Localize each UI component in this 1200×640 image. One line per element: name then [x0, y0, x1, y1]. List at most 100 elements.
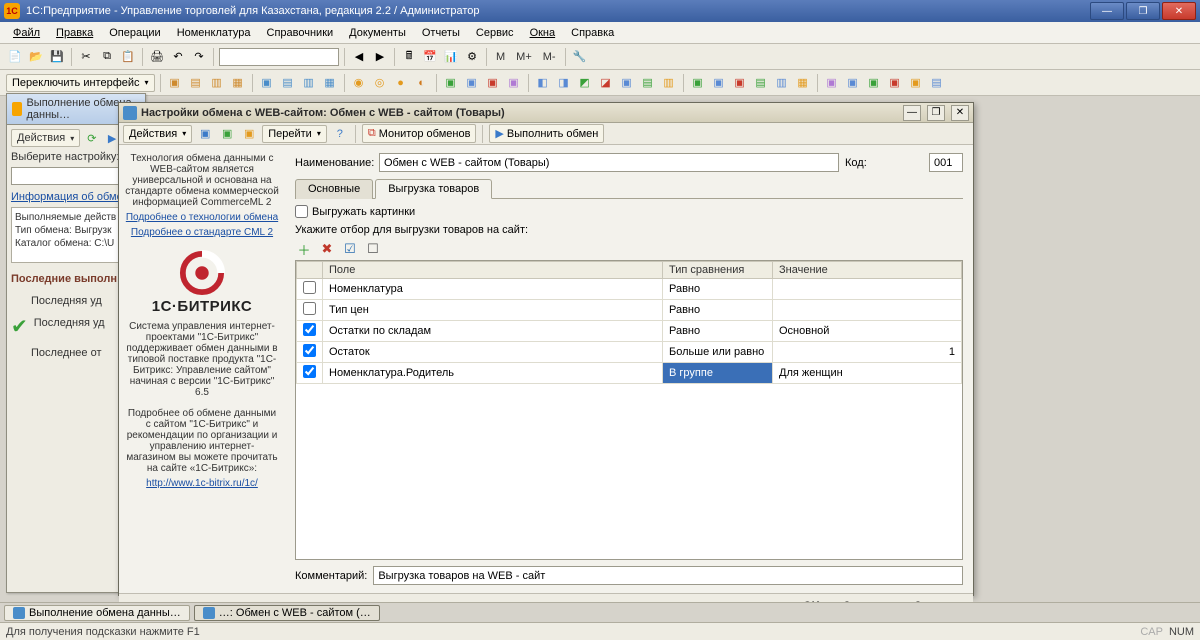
menu-reports[interactable]: Отчеты	[415, 25, 467, 41]
tb2-icon[interactable]: ▤	[752, 74, 770, 92]
tb2-icon[interactable]: ▥	[773, 74, 791, 92]
menu-nomenclature[interactable]: Номенклатура	[170, 25, 258, 41]
tb2-icon[interactable]: ◉	[350, 74, 368, 92]
tab-export[interactable]: Выгрузка товаров	[375, 179, 492, 199]
tb2-icon[interactable]: ▣	[823, 74, 841, 92]
info-link-tech[interactable]: Подробнее о технологии обмена	[125, 212, 279, 223]
tb2-icon[interactable]: ▣	[258, 74, 276, 92]
row-checkbox[interactable]	[303, 365, 316, 378]
mem-mplus[interactable]: M+	[512, 49, 536, 65]
tb2-icon[interactable]: ▦	[229, 74, 247, 92]
tb2-icon[interactable]: ▣	[886, 74, 904, 92]
tb2-icon[interactable]: ▤	[187, 74, 205, 92]
dialog-maximize-button[interactable]: ❐	[927, 105, 945, 121]
save-icon[interactable]: 💾	[48, 48, 66, 66]
menu-documents[interactable]: Документы	[342, 25, 413, 41]
maximize-button[interactable]: ❐	[1126, 2, 1160, 20]
tb2-icon[interactable]: ▦	[321, 74, 339, 92]
tb2-icon[interactable]: ▤	[279, 74, 297, 92]
uncheck-all-button[interactable]: ☐	[364, 240, 382, 258]
code-input[interactable]	[929, 153, 963, 172]
tb2-icon[interactable]: ▣	[907, 74, 925, 92]
col-field[interactable]: Поле	[323, 262, 663, 279]
tb2-icon[interactable]: ▦	[794, 74, 812, 92]
dlg-tb-icon[interactable]: ▣	[240, 125, 258, 143]
gear-icon[interactable]: ⚙	[463, 48, 481, 66]
task-item[interactable]: …: Обмен с WEB - сайтом (…	[194, 605, 380, 621]
print-icon[interactable]: 🖨	[148, 48, 166, 66]
copy-icon[interactable]: ⧉	[98, 48, 116, 66]
menu-file[interactable]: Файл	[6, 25, 47, 41]
bw-actions-button[interactable]: Действия	[11, 129, 80, 147]
tb2-icon[interactable]: ▣	[442, 74, 460, 92]
tb2-icon[interactable]: ▥	[660, 74, 678, 92]
new-icon[interactable]: 📄	[6, 48, 24, 66]
tb2-icon[interactable]: ◪	[597, 74, 615, 92]
check-all-button[interactable]: ☑	[341, 240, 359, 258]
undo-icon[interactable]: ↶	[169, 48, 187, 66]
row-checkbox[interactable]	[303, 302, 316, 315]
menu-edit[interactable]: Правка	[49, 25, 100, 41]
dlg-actions-button[interactable]: Действия	[123, 125, 192, 143]
open-icon[interactable]: 📂	[27, 48, 45, 66]
switch-interface-button[interactable]: Переключить интерфейс	[6, 74, 155, 92]
info-url[interactable]: http://www.1c-bitrix.ru/1c/	[125, 478, 279, 489]
dlg-run-button[interactable]: ▶Выполнить обмен	[489, 124, 604, 143]
menu-help[interactable]: Справка	[564, 25, 621, 41]
tb2-icon[interactable]: ▤	[639, 74, 657, 92]
filter-row[interactable]: Остатки по складамРавноОсновной	[297, 321, 962, 342]
export-images-checkbox[interactable]	[295, 205, 308, 218]
dlg-tb-icon[interactable]: ▣	[196, 125, 214, 143]
menu-windows[interactable]: Окна	[523, 25, 563, 41]
tb2-icon[interactable]: ▣	[166, 74, 184, 92]
col-value[interactable]: Значение	[773, 262, 962, 279]
mem-mminus[interactable]: M-	[539, 49, 560, 65]
tb2-icon[interactable]: ▣	[505, 74, 523, 92]
row-checkbox[interactable]	[303, 323, 316, 336]
add-filter-button[interactable]: ＋	[295, 240, 313, 258]
tb2-icon[interactable]: ▤	[928, 74, 946, 92]
dialog-minimize-button[interactable]: —	[903, 105, 921, 121]
tb2-icon[interactable]: ◧	[534, 74, 552, 92]
dlg-tb-icon[interactable]: ▣	[218, 125, 236, 143]
tb2-icon[interactable]: ◩	[576, 74, 594, 92]
comment-input[interactable]	[373, 566, 963, 585]
name-input[interactable]	[379, 153, 839, 172]
filter-row[interactable]: НоменклатураРавно	[297, 279, 962, 300]
redo-icon[interactable]: ↷	[190, 48, 208, 66]
remove-filter-button[interactable]: ✖	[318, 240, 336, 258]
back-icon[interactable]: ◀	[350, 48, 368, 66]
forward-icon[interactable]: ▶	[371, 48, 389, 66]
tb2-icon[interactable]: ▣	[710, 74, 728, 92]
tool-icon[interactable]: 🔧	[571, 48, 589, 66]
help-icon[interactable]: ?	[331, 125, 349, 143]
menu-service[interactable]: Сервис	[469, 25, 521, 41]
minimize-button[interactable]: —	[1090, 2, 1124, 20]
dlg-monitor-button[interactable]: ⧉Монитор обменов	[362, 124, 477, 143]
tb2-icon[interactable]: ◐	[413, 74, 431, 92]
task-item[interactable]: Выполнение обмена данны…	[4, 605, 190, 621]
calc-icon[interactable]: 🖩	[400, 48, 418, 66]
dialog-close-button[interactable]: ✕	[951, 105, 969, 121]
row-checkbox[interactable]	[303, 281, 316, 294]
calendar-icon[interactable]: 📅	[421, 48, 439, 66]
refresh-icon[interactable]: ⟳	[83, 129, 100, 147]
tb2-icon[interactable]: ▣	[689, 74, 707, 92]
mem-m[interactable]: M	[492, 49, 509, 65]
tab-main[interactable]: Основные	[295, 179, 373, 199]
info-link-cml[interactable]: Подробнее о стандарте CML 2	[125, 227, 279, 238]
tb2-icon[interactable]: ▥	[208, 74, 226, 92]
tb2-icon[interactable]: ▣	[463, 74, 481, 92]
tb2-icon[interactable]: ▣	[618, 74, 636, 92]
tb2-icon[interactable]: ▣	[731, 74, 749, 92]
row-checkbox[interactable]	[303, 344, 316, 357]
search-input[interactable]	[219, 48, 339, 66]
tb2-icon[interactable]: ◨	[555, 74, 573, 92]
dialog-titlebar[interactable]: Настройки обмена с WEB-сайтом: Обмен с W…	[119, 103, 973, 123]
col-compare[interactable]: Тип сравнения	[663, 262, 773, 279]
tb2-icon[interactable]: ▣	[484, 74, 502, 92]
tb2-icon[interactable]: ●	[392, 74, 410, 92]
dlg-goto-button[interactable]: Перейти	[262, 125, 327, 143]
chart-icon[interactable]: 📊	[442, 48, 460, 66]
filter-row[interactable]: Тип ценРавно	[297, 300, 962, 321]
